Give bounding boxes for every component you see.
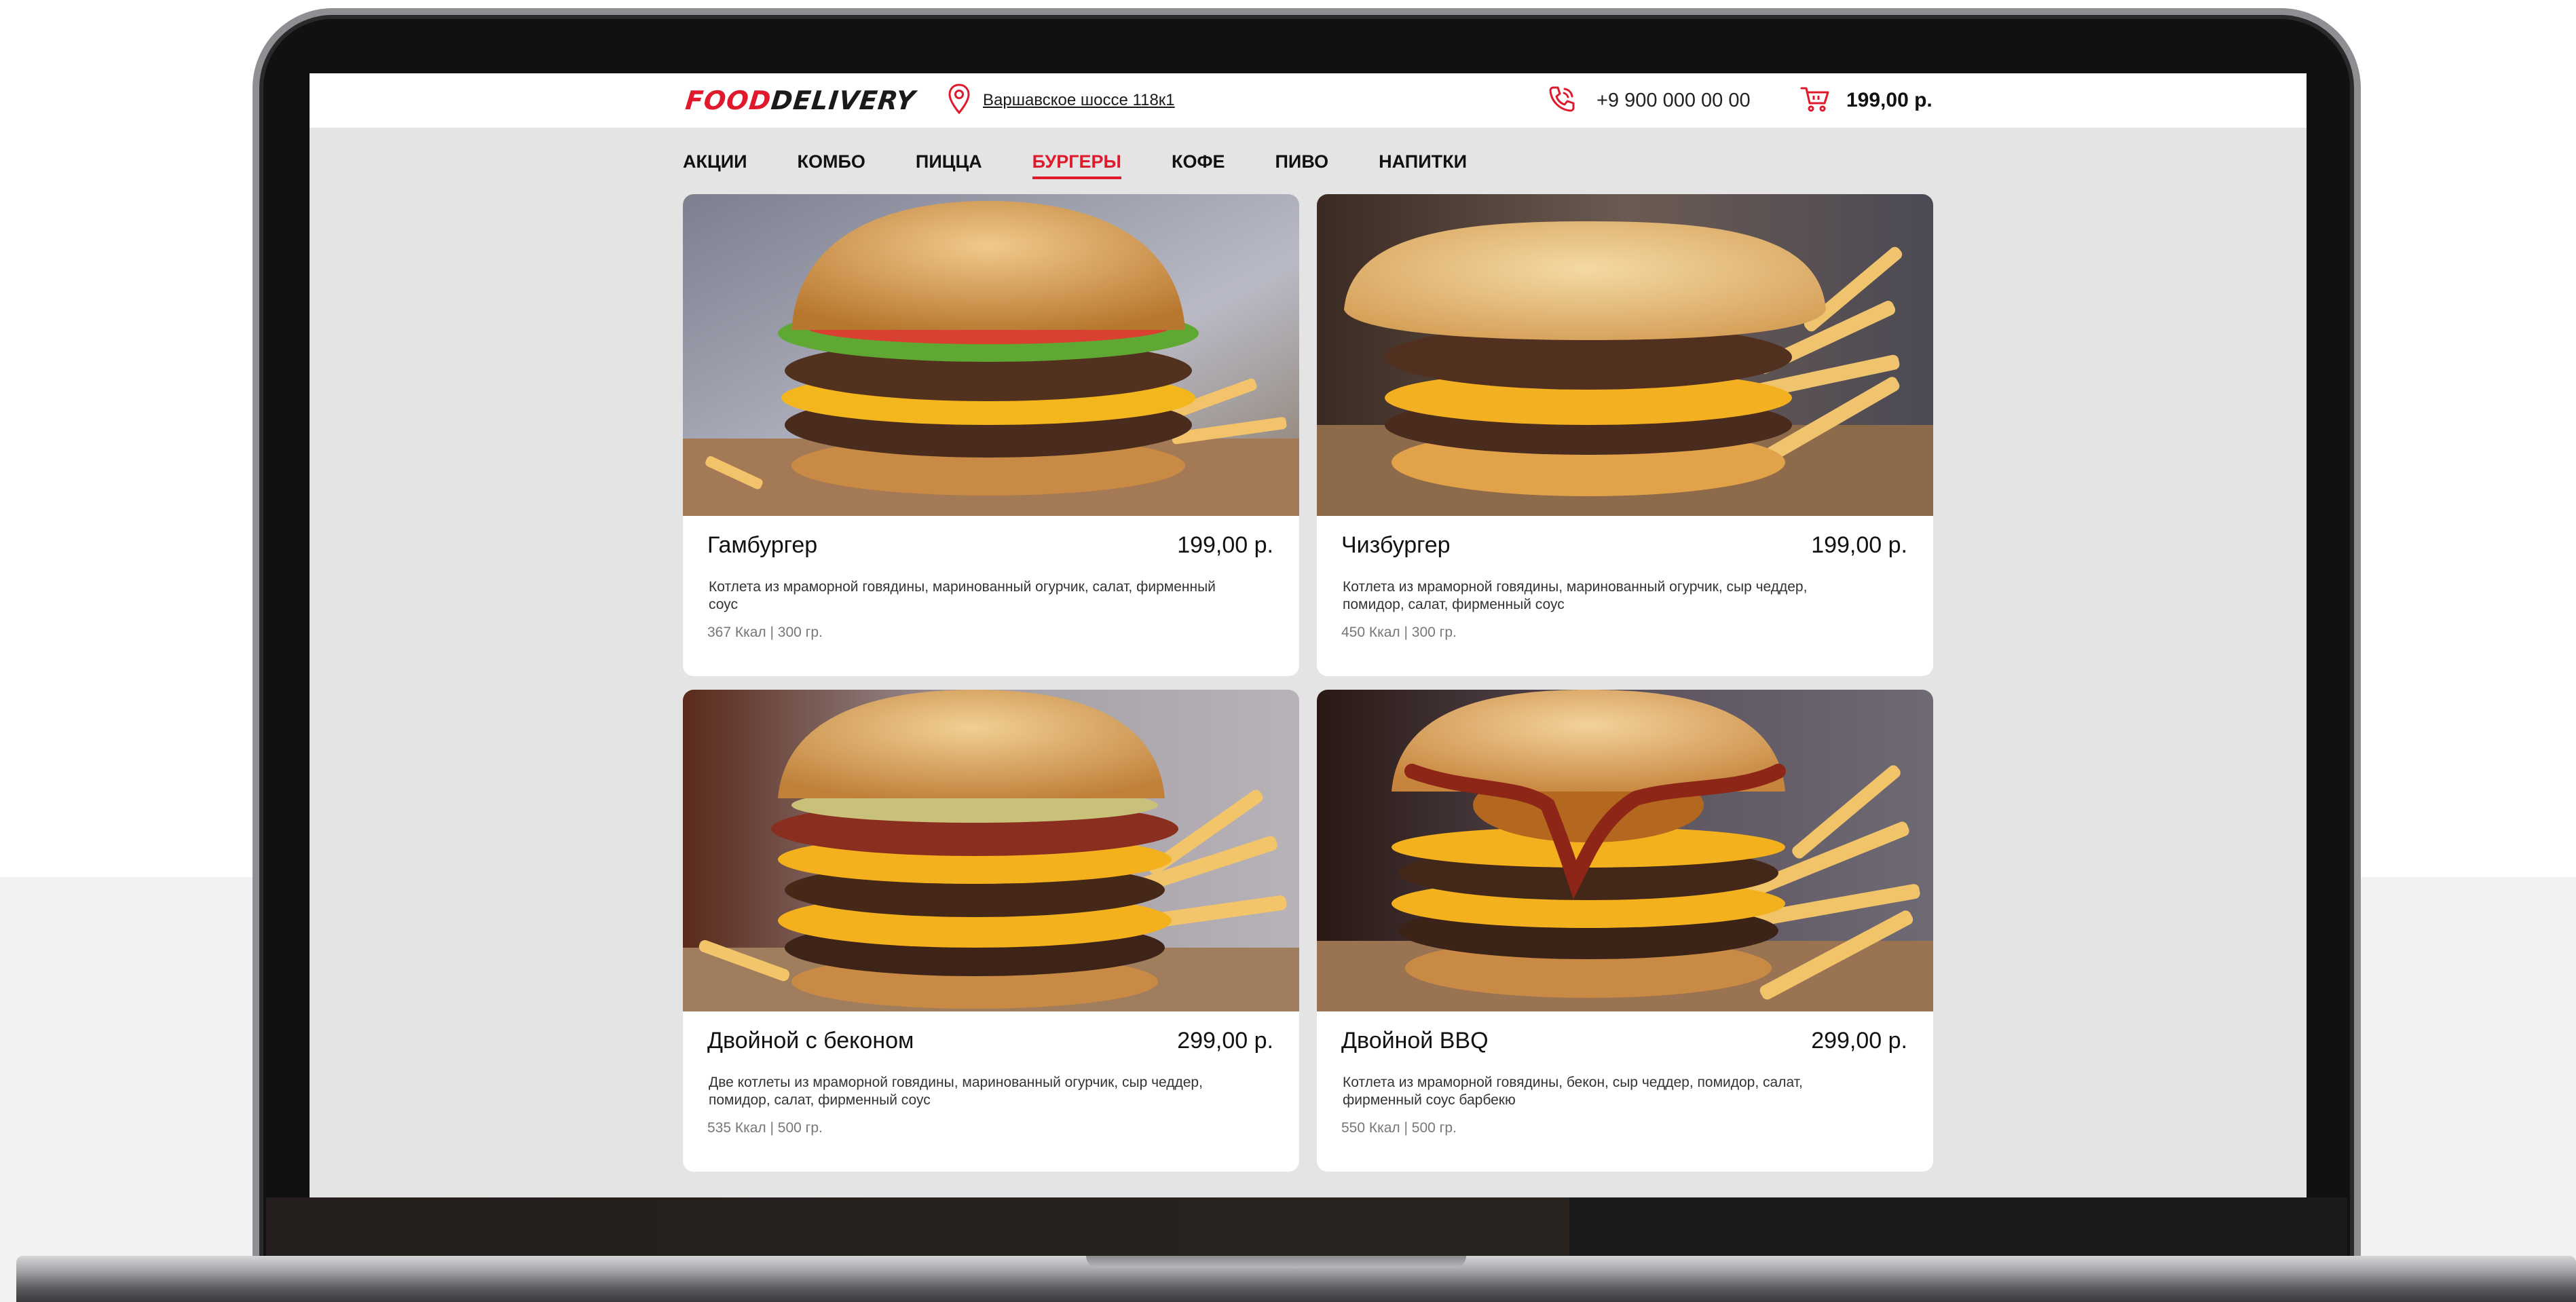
map-pin-icon bbox=[948, 83, 971, 118]
product-price: 199,00 р. bbox=[1811, 532, 1907, 558]
product-card[interactable]: Двойной с беконом 299,00 р. Две котлеты … bbox=[683, 690, 1299, 1172]
product-card[interactable]: Чизбургер 199,00 р. Котлета из мраморной… bbox=[1317, 194, 1933, 676]
nav-tab-napitki[interactable]: НАПИТКИ bbox=[1379, 147, 1467, 179]
product-title[interactable]: Двойной с беконом bbox=[707, 1028, 914, 1054]
laptop-notch bbox=[1086, 1256, 1466, 1268]
product-nutrition: 535 Ккал | 500 гр. bbox=[707, 1120, 823, 1136]
nav-tab-aktsii[interactable]: АКЦИИ bbox=[683, 147, 747, 179]
product-title[interactable]: Чизбургер bbox=[1341, 532, 1451, 559]
cart-icon bbox=[1800, 86, 1830, 116]
product-description: Котлета из мраморной говядины, маринован… bbox=[709, 579, 1216, 612]
product-description: Котлета из мраморной говядины, маринован… bbox=[1343, 579, 1808, 612]
product-nutrition: 367 Ккал | 300 гр. bbox=[707, 625, 823, 640]
product-image[interactable] bbox=[1317, 690, 1933, 1011]
product-title[interactable]: Гамбургер bbox=[707, 532, 817, 559]
product-image[interactable] bbox=[1317, 194, 1933, 516]
product-description: Котлета из мраморной говядины, бекон, сы… bbox=[1343, 1075, 1803, 1108]
nav-tab-kofe[interactable]: КОФЕ bbox=[1172, 147, 1225, 179]
product-image[interactable] bbox=[683, 690, 1299, 1011]
product-image[interactable] bbox=[683, 194, 1299, 516]
logo-food: FOOD bbox=[684, 86, 773, 115]
phone-contact[interactable]: +9 900 000 00 00 bbox=[1546, 83, 1751, 118]
product-price: 299,00 р. bbox=[1177, 1028, 1273, 1054]
nav-tab-pivo[interactable]: ПИВО bbox=[1275, 147, 1329, 179]
product-nutrition: 550 Ккал | 500 гр. bbox=[1341, 1120, 1457, 1136]
nav-tab-pitstsa[interactable]: ПИЦЦА bbox=[916, 147, 982, 179]
phone-number[interactable]: +9 900 000 00 00 bbox=[1597, 90, 1751, 112]
laptop-bezel-reflection bbox=[266, 1197, 1569, 1265]
laptop-screen: FOODDELIVERY Варшавское шоссе 118к1 +9 9… bbox=[310, 73, 2307, 1197]
product-card[interactable]: Гамбургер 199,00 р. Котлета из мраморной… bbox=[683, 194, 1299, 676]
product-nutrition: 450 Ккал | 300 гр. bbox=[1341, 625, 1457, 640]
cart-total: 199,00 р. bbox=[1846, 89, 1933, 111]
category-nav: АКЦИИ КОМБО ПИЦЦА БУРГЕРЫ КОФЕ ПИВО НАПИ… bbox=[683, 147, 1517, 185]
nav-tab-burgery[interactable]: БУРГЕРЫ bbox=[1032, 147, 1121, 179]
product-price: 299,00 р. bbox=[1811, 1028, 1907, 1054]
nav-tab-kombo[interactable]: КОМБО bbox=[798, 147, 865, 179]
product-price: 199,00 р. bbox=[1177, 532, 1273, 558]
site-header: FOODDELIVERY Варшавское шоссе 118к1 +9 9… bbox=[310, 73, 2307, 128]
product-grid: Гамбургер 199,00 р. Котлета из мраморной… bbox=[683, 194, 1933, 1172]
product-title[interactable]: Двойной BBQ bbox=[1341, 1028, 1489, 1054]
site-logo[interactable]: FOODDELIVERY bbox=[684, 83, 917, 118]
product-description: Две котлеты из мраморной говядины, марин… bbox=[709, 1075, 1203, 1108]
address-link[interactable]: Варшавское шоссе 118к1 bbox=[983, 91, 1175, 110]
delivery-address[interactable]: Варшавское шоссе 118к1 bbox=[948, 83, 1175, 118]
phone-icon bbox=[1546, 83, 1578, 118]
product-card[interactable]: Двойной BBQ 299,00 р. Котлета из мраморн… bbox=[1317, 690, 1933, 1172]
logo-delivery: DELIVERY bbox=[769, 86, 917, 115]
cart-button[interactable]: 199,00 р. bbox=[1800, 83, 1933, 118]
